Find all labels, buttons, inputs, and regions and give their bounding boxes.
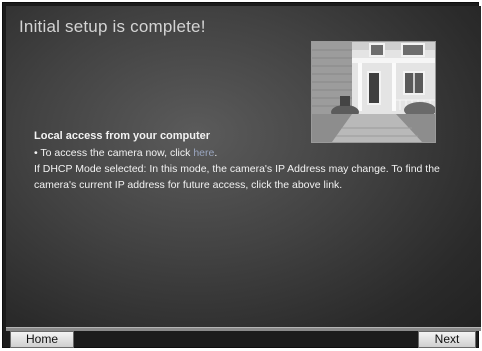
access-camera-suffix: . (214, 147, 218, 159)
access-camera-text: • To access the camera now, click (34, 147, 194, 159)
local-access-section: Local access from your computer • To acc… (34, 130, 474, 193)
footer-divider (6, 327, 481, 331)
local-access-heading: Local access from your computer (34, 130, 211, 142)
house-porch-photo (311, 41, 436, 143)
page-title: Initial setup is complete! (19, 17, 206, 36)
access-camera-line: • To access the camera now, click here. (34, 145, 474, 161)
home-button[interactable]: Home (10, 331, 74, 348)
next-button[interactable]: Next (418, 331, 476, 348)
here-link[interactable]: here (193, 147, 214, 159)
dhcp-note-line-2: camera's current IP address for future a… (34, 179, 343, 191)
dhcp-note-line-1: If DHCP Mode selected: In this mode, the… (34, 163, 440, 175)
setup-window: Initial setup is complete! Local access … (2, 2, 481, 348)
content-panel: Initial setup is complete! Local access … (6, 6, 481, 327)
